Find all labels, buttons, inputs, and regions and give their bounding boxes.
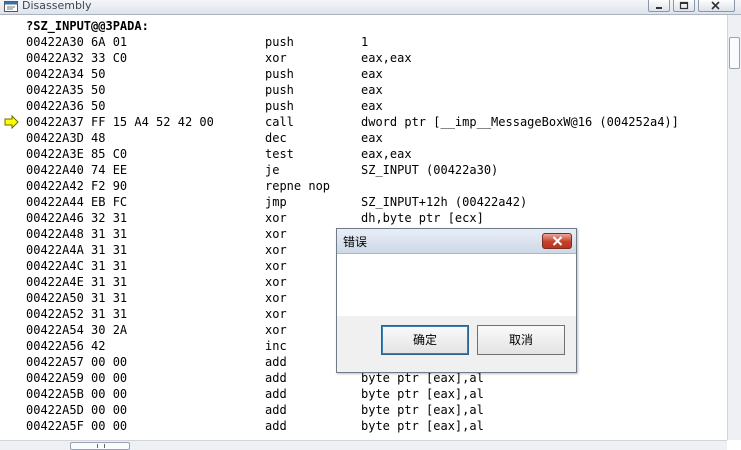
mnemonic: add — [265, 387, 287, 401]
mnemonic: push — [265, 35, 294, 49]
mnemonic: dec — [265, 131, 287, 145]
address-bytes: 00422A59 00 00 — [26, 371, 128, 385]
vertical-scroll-thumb[interactable] — [729, 37, 740, 69]
dialog-close-button[interactable] — [542, 233, 572, 249]
mnemonic: xor — [265, 243, 287, 257]
address-bytes: 00422A4A 31 31 — [26, 243, 128, 257]
operands: eax — [361, 67, 383, 81]
operands: byte ptr [eax],al — [361, 403, 484, 417]
mnemonic: xor — [265, 275, 287, 289]
horizontal-scroll-thumb[interactable] — [70, 442, 130, 450]
address-bytes: 00422A48 31 31 — [26, 227, 128, 241]
mnemonic: add — [265, 403, 287, 417]
address-bytes: 00422A5F 00 00 — [26, 419, 128, 433]
operands: eax — [361, 83, 383, 97]
address-bytes: 00422A35 50 — [26, 83, 106, 97]
operands: byte ptr [eax],al — [361, 419, 484, 433]
dialog-title: 错误 — [343, 235, 368, 249]
address-bytes: 00422A5B 00 00 — [26, 387, 128, 401]
horizontal-scrollbar[interactable] — [0, 440, 727, 450]
window-title: Disassembly — [22, 0, 92, 12]
address-bytes: 00422A54 30 2A — [26, 323, 128, 337]
current-instruction-arrow-icon — [4, 115, 19, 129]
grip-icon — [97, 444, 105, 448]
address-bytes: 00422A34 50 — [26, 67, 106, 81]
symbol-header: ?SZ_INPUT@@3PADA: — [26, 19, 149, 33]
operands: dword ptr [__imp__MessageBoxW@16 (004252… — [361, 115, 679, 129]
mnemonic: add — [265, 371, 287, 385]
address-bytes: 00422A40 74 EE — [26, 163, 128, 177]
mnemonic: xor — [265, 211, 287, 225]
address-bytes: 00422A44 EB FC — [26, 195, 128, 209]
address-bytes: 00422A36 50 — [26, 99, 106, 113]
mnemonic: inc — [265, 339, 287, 353]
maximize-button[interactable] — [673, 0, 695, 12]
operands: SZ_INPUT (00422a30) — [361, 163, 499, 177]
operands: 1 — [361, 35, 369, 49]
address-bytes: 00422A50 31 31 — [26, 291, 128, 305]
address-bytes: 00422A4E 31 31 — [26, 275, 128, 289]
window-close-button[interactable] — [698, 0, 735, 12]
operands: byte ptr [eax],al — [361, 387, 484, 401]
address-bytes: 00422A46 32 31 — [26, 211, 128, 225]
minimize-icon — [656, 7, 662, 9]
minimize-button[interactable] — [648, 0, 670, 12]
dialog-message-area — [337, 254, 576, 316]
window-icon — [4, 1, 18, 12]
maximize-icon — [679, 1, 689, 10]
address-bytes: 00422A52 31 31 — [26, 307, 128, 321]
address-bytes: 00422A42 F2 90 — [26, 179, 128, 193]
close-icon — [552, 236, 563, 246]
mnemonic: push — [265, 99, 294, 113]
close-icon — [711, 1, 720, 10]
operands: eax — [361, 99, 383, 113]
address-bytes: 00422A4C 31 31 — [26, 259, 128, 273]
address-bytes: 00422A5D 00 00 — [26, 403, 128, 417]
mnemonic: push — [265, 83, 294, 97]
error-dialog[interactable]: 错误 确定 取消 — [336, 228, 577, 373]
mnemonic: repne nop — [265, 179, 331, 193]
address-bytes: 00422A57 00 00 — [26, 355, 128, 369]
address-bytes: 00422A3E 85 C0 — [26, 147, 128, 161]
mnemonic: xor — [265, 51, 287, 65]
address-bytes: 00422A32 33 C0 — [26, 51, 128, 65]
vertical-scrollbar[interactable] — [727, 15, 741, 440]
mnemonic: call — [265, 115, 294, 129]
mnemonic: xor — [265, 291, 287, 305]
dialog-titlebar[interactable]: 错误 — [337, 229, 576, 254]
mnemonic: add — [265, 419, 287, 433]
mnemonic: xor — [265, 227, 287, 241]
ok-button[interactable]: 确定 — [381, 325, 469, 355]
operands: eax,eax — [361, 51, 412, 65]
operands: eax — [361, 131, 383, 145]
address-bytes: 00422A56 42 — [26, 339, 106, 353]
address-bytes: 00422A3D 48 — [26, 131, 106, 145]
operands: eax,eax — [361, 147, 412, 161]
mnemonic: xor — [265, 259, 287, 273]
mnemonic: push — [265, 67, 294, 81]
address-bytes: 00422A30 6A 01 — [26, 35, 128, 49]
operands: SZ_INPUT+12h (00422a42) — [361, 195, 528, 209]
address-bytes: 00422A37 FF 15 A4 52 42 00 — [26, 115, 214, 129]
mnemonic: add — [265, 355, 287, 369]
mnemonic: test — [265, 147, 294, 161]
mnemonic: je — [265, 163, 280, 177]
mnemonic: xor — [265, 307, 287, 321]
mnemonic: jmp — [265, 195, 287, 209]
window-titlebar[interactable]: Disassembly — [0, 0, 741, 15]
cancel-button[interactable]: 取消 — [477, 325, 565, 355]
mnemonic: xor — [265, 323, 287, 337]
operands: dh,byte ptr [ecx] — [361, 211, 484, 225]
